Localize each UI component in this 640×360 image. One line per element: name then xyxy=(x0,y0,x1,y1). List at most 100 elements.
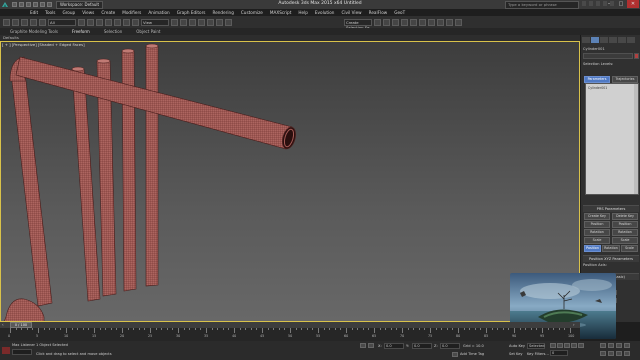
absolute-mode-icon[interactable] xyxy=(368,343,374,348)
menu-group[interactable]: Group xyxy=(62,10,75,15)
window-crossing-icon[interactable] xyxy=(105,18,112,26)
next-frame-icon[interactable] xyxy=(571,343,577,348)
z-coordinate-field[interactable]: 0.0 xyxy=(440,343,460,349)
unlink-icon[interactable] xyxy=(30,18,37,26)
zoom-extents-all-icon[interactable] xyxy=(624,343,630,348)
viewport-menu-plus[interactable]: [ + ] xyxy=(2,42,11,47)
list-scrollbar[interactable] xyxy=(634,84,638,194)
create-key-button[interactable]: Create Key xyxy=(584,213,610,220)
app-logo-icon[interactable] xyxy=(0,0,10,9)
x-coordinate-field[interactable]: 0.0 xyxy=(384,343,404,349)
viewport-label[interactable]: [ + ] [Perspective] [Shaded + Edged Face… xyxy=(2,42,85,47)
viewport-shading-label[interactable]: [Shaded + Edged Faces] xyxy=(38,42,85,47)
menu-customize[interactable]: Customize xyxy=(241,10,263,15)
menu-edit[interactable]: Edit xyxy=(30,10,38,15)
spinner-snap-icon[interactable] xyxy=(225,18,232,26)
tab-freeform[interactable]: Freeform xyxy=(72,29,90,34)
new-file-icon[interactable] xyxy=(12,2,17,7)
selected-dropdown[interactable]: Selected xyxy=(527,343,545,349)
snap-toggle-icon[interactable] xyxy=(198,18,205,26)
percent-snap-icon[interactable] xyxy=(216,18,223,26)
bind-space-warp-icon[interactable] xyxy=(39,18,46,26)
scale-key-button[interactable]: Scale xyxy=(584,237,610,244)
object-name-field[interactable] xyxy=(583,53,633,59)
named-selection-dropdown[interactable]: Create Selection Se xyxy=(344,18,372,30)
select-manipulate-icon[interactable] xyxy=(180,18,187,26)
schematic-view-icon[interactable] xyxy=(419,18,426,26)
parameters-button[interactable]: Parameters xyxy=(584,76,610,83)
pipe-5[interactable] xyxy=(145,45,159,287)
y-coordinate-field[interactable]: 0.0 xyxy=(412,343,432,349)
scale-tab[interactable]: Scale xyxy=(621,245,638,252)
menu-create[interactable]: Create xyxy=(101,10,115,15)
motion-tab-icon[interactable] xyxy=(609,37,617,43)
listener-label[interactable]: Max Listener xyxy=(12,343,35,347)
selection-filter-dropdown[interactable]: All xyxy=(48,18,76,26)
scale-delete-button[interactable]: Scale xyxy=(612,237,638,244)
menu-animation[interactable]: Animation xyxy=(148,10,169,15)
redo-icon[interactable] xyxy=(12,18,19,26)
utilities-tab-icon[interactable] xyxy=(627,37,635,43)
rotation-delete-button[interactable]: Rotation xyxy=(612,229,638,236)
menu-realflow[interactable]: RealFlow xyxy=(369,10,388,15)
delete-key-button[interactable]: Delete Key xyxy=(612,213,638,220)
select-by-name-icon[interactable] xyxy=(87,18,94,26)
maximize-viewport-icon[interactable] xyxy=(624,351,630,356)
link-icon[interactable] xyxy=(21,18,28,26)
zoom-icon[interactable] xyxy=(600,343,606,348)
undo-icon[interactable] xyxy=(3,18,10,26)
menu-help[interactable]: Help xyxy=(298,10,308,15)
create-tab-icon[interactable] xyxy=(582,37,590,43)
menu-views[interactable]: Views xyxy=(82,10,94,15)
align-icon[interactable] xyxy=(383,18,390,26)
hold-icon[interactable] xyxy=(47,2,52,7)
prs-header[interactable]: PRS Parameters xyxy=(583,205,639,212)
select-object-icon[interactable] xyxy=(78,18,85,26)
play-icon[interactable] xyxy=(564,343,570,348)
lock-selection-icon[interactable] xyxy=(360,343,366,348)
current-frame-field[interactable]: 0 xyxy=(550,350,568,356)
pipe-2[interactable] xyxy=(71,68,101,302)
menu-geot[interactable]: GeoT xyxy=(394,10,405,15)
menu-graph-editors[interactable]: Graph Editors xyxy=(177,10,206,15)
set-key-button[interactable]: Set Key xyxy=(509,352,523,356)
zoom-all-icon[interactable] xyxy=(608,343,614,348)
maxscript-listener-icon[interactable] xyxy=(2,347,10,354)
close-button[interactable]: ✕ xyxy=(627,0,639,8)
xyz-parameters-header[interactable]: Position XYZ Parameters xyxy=(583,255,639,262)
menu-evolution[interactable]: Evolution xyxy=(315,10,335,15)
select-scale-icon[interactable] xyxy=(132,18,139,26)
viewport-pov-label[interactable]: [Perspective] xyxy=(12,42,37,47)
rendered-frame-icon[interactable] xyxy=(446,18,453,26)
search-icon[interactable] xyxy=(582,1,586,6)
save-file-icon[interactable] xyxy=(26,2,31,7)
communication-icon[interactable] xyxy=(596,1,600,6)
undo-icon[interactable] xyxy=(33,2,38,7)
zoom-extents-icon[interactable] xyxy=(616,343,622,348)
field-of-view-icon[interactable] xyxy=(600,351,606,356)
minimize-button[interactable]: – xyxy=(603,0,615,8)
menu-tools[interactable]: Tools xyxy=(45,10,55,15)
select-rotate-icon[interactable] xyxy=(123,18,130,26)
track-list[interactable]: Cylinder001 xyxy=(585,83,639,195)
add-time-tag-button[interactable]: Add Time Tag xyxy=(460,352,484,356)
display-tab-icon[interactable] xyxy=(618,37,626,43)
modify-tab-icon[interactable] xyxy=(591,37,599,43)
render-production-icon[interactable] xyxy=(455,18,462,26)
menu-rendering[interactable]: Rendering xyxy=(212,10,233,15)
render-setup-icon[interactable] xyxy=(437,18,444,26)
go-to-end-icon[interactable] xyxy=(578,343,584,348)
maxscript-mini-listener[interactable] xyxy=(12,349,32,355)
auto-key-button[interactable]: Auto Key xyxy=(509,344,525,348)
workspace-dropdown[interactable]: Workspace: Default xyxy=(56,0,104,9)
orbit-icon[interactable] xyxy=(616,351,622,356)
open-file-icon[interactable] xyxy=(19,2,24,7)
key-filters-button[interactable]: Key Filters... xyxy=(527,352,549,356)
tab-object-paint[interactable]: Object Paint xyxy=(136,29,160,34)
tab-selection[interactable]: Selection xyxy=(104,29,122,34)
pipe-1[interactable] xyxy=(11,80,53,307)
rotation-tab[interactable]: Rotation xyxy=(602,245,620,252)
graphite-toggle-icon[interactable] xyxy=(401,18,408,26)
curve-editor-icon[interactable] xyxy=(410,18,417,26)
tab-graphite-modeling[interactable]: Graphite Modeling Tools xyxy=(10,29,58,34)
